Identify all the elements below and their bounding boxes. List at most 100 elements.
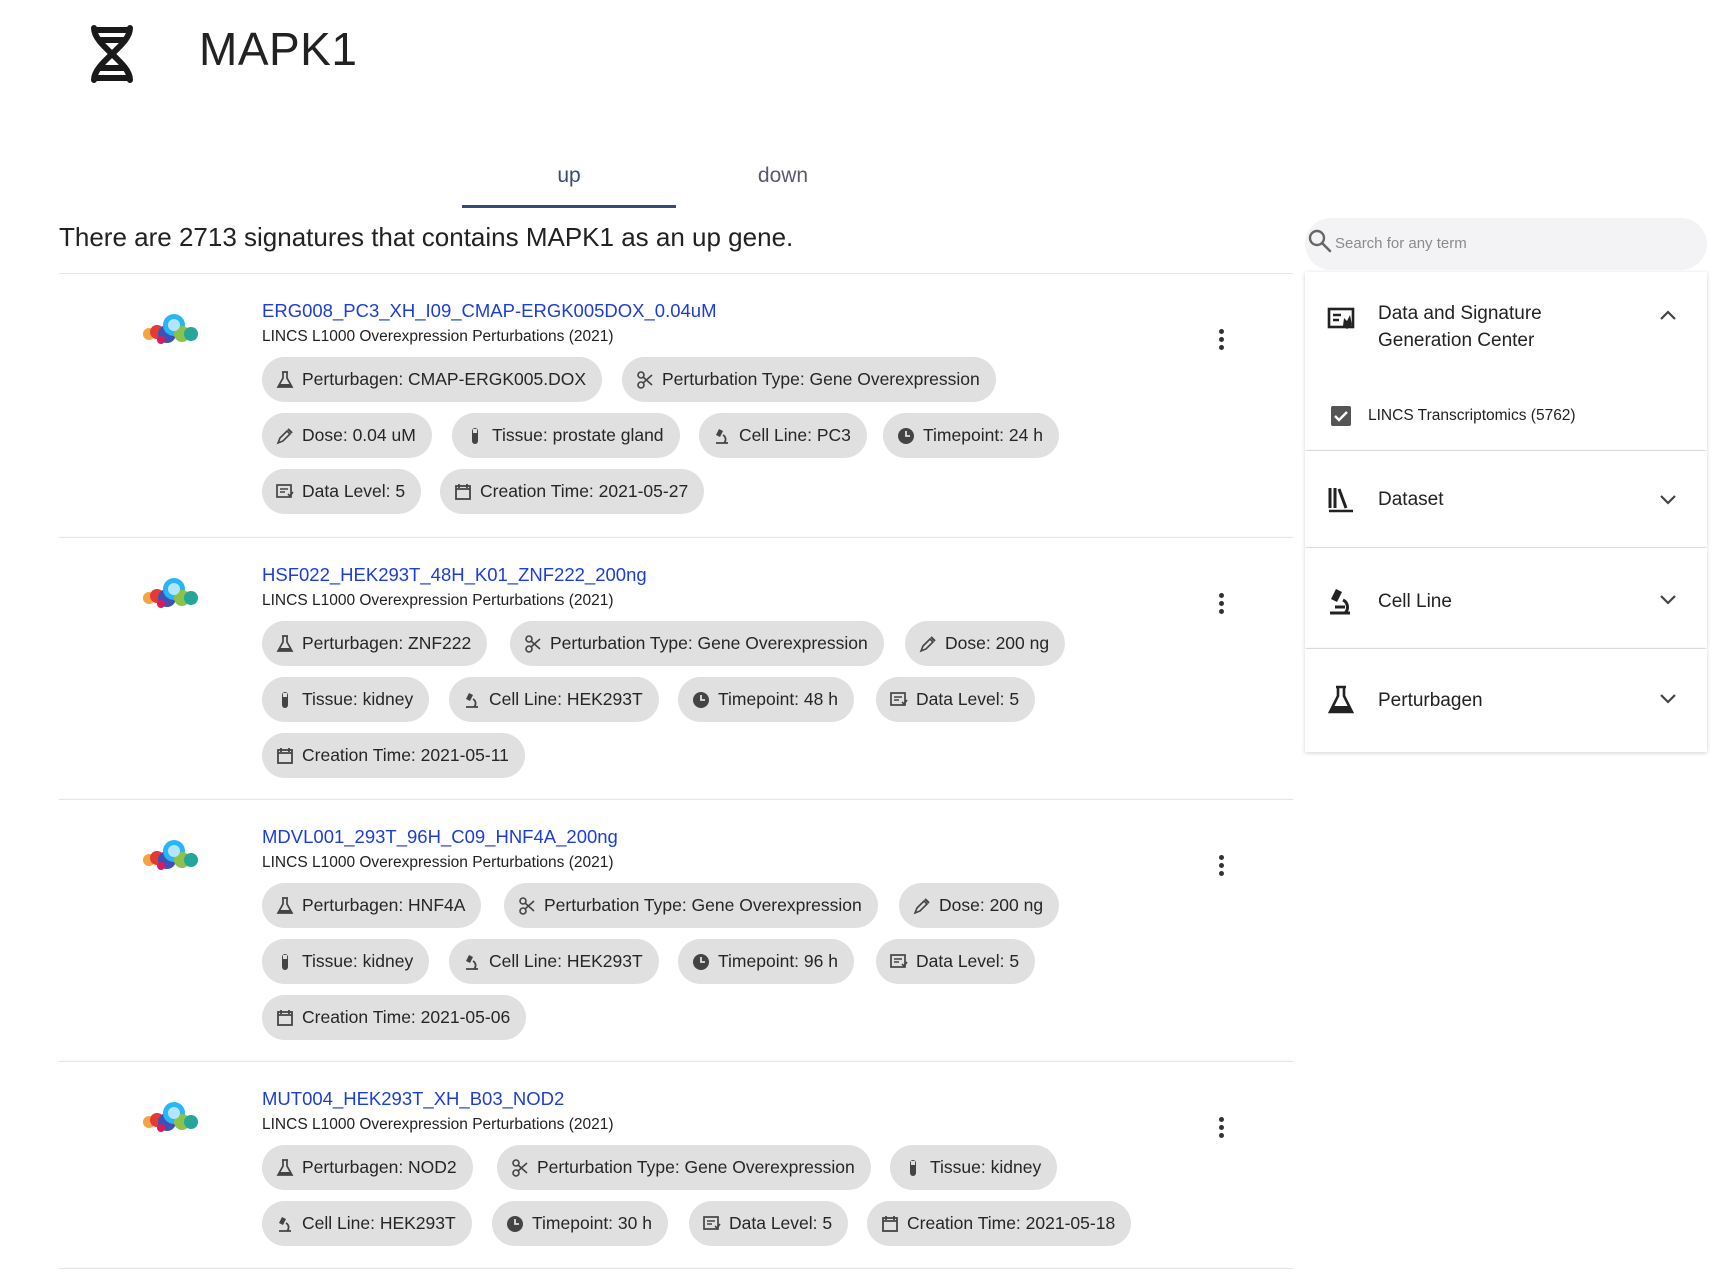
search-icon: [1308, 229, 1332, 253]
dose-chip[interactable]: Dose: 200 ng: [905, 621, 1066, 666]
data-level-icon: [890, 691, 908, 706]
calendar-icon: [277, 1009, 293, 1026]
more-options-button[interactable]: [1209, 1114, 1233, 1144]
data-level-icon: [703, 1215, 721, 1230]
microscope-icon: [1330, 589, 1350, 615]
test-tube-icon: [282, 953, 288, 970]
clock-icon: [898, 427, 914, 444]
signature-card: MUT004_HEK293T_XH_B03_NOD2 LINCS L1000 O…: [59, 1061, 1293, 1268]
search-bar: [1305, 218, 1707, 270]
signature-name-link[interactable]: HSF022_HEK293T_48H_K01_ZNF222_200ng: [262, 564, 647, 586]
filter-label: Data and Signature Generation Center: [1378, 303, 1542, 351]
data-level-icon: [890, 953, 908, 968]
pipette-icon: [913, 897, 930, 914]
flask-icon: [276, 896, 294, 914]
perturbation-type-chip[interactable]: Perturbation Type: Gene Overexpression: [504, 883, 878, 928]
creation-time-chip[interactable]: Creation Time: 2021-05-11: [262, 733, 525, 778]
timepoint-chip[interactable]: Timepoint: 24 h: [883, 413, 1059, 458]
dna-icon: [91, 25, 133, 83]
signature-name-link[interactable]: ERG008_PC3_XH_I09_CMAP-ERGK005DOX_0.04uM: [262, 300, 717, 322]
more-options-button[interactable]: [1209, 326, 1233, 356]
filter-panel-cell-line[interactable]: Cell Line: [1305, 548, 1707, 648]
search-input[interactable]: [1335, 226, 1695, 260]
creation-time-chip[interactable]: Creation Time: 2021-05-06: [262, 995, 527, 1040]
page-header: MAPK1: [0, 0, 1736, 110]
timepoint-chip[interactable]: Timepoint: 30 h: [492, 1201, 668, 1246]
filter-option[interactable]: LINCS Transcriptomics (5762): [1331, 406, 1576, 426]
tissue-chip[interactable]: Tissue: kidney: [262, 677, 430, 722]
lincs-logo-icon: [143, 314, 198, 344]
creation-time-chip[interactable]: Creation Time: 2021-05-18: [867, 1201, 1132, 1246]
microscope-icon: [466, 954, 478, 970]
test-tube-icon: [910, 1159, 916, 1176]
cell-line-chip[interactable]: Cell Line: HEK293T: [262, 1201, 472, 1246]
signature-card: HSF022_HEK293T_48H_K01_ZNF222_200ng LINC…: [59, 537, 1293, 799]
data-level-chip[interactable]: Data Level: 5: [689, 1201, 849, 1246]
perturbation-type-chip[interactable]: Perturbation Type: Gene Overexpression: [510, 621, 884, 666]
timepoint-chip[interactable]: Timepoint: 48 h: [678, 677, 854, 722]
clock-icon: [507, 1215, 523, 1232]
filter-label: Cell Line: [1378, 591, 1452, 612]
scissors-icon: [512, 1158, 528, 1177]
perturbation-type-chip[interactable]: Perturbation Type: Gene Overexpression: [622, 357, 996, 402]
perturbagen-chip[interactable]: Perturbagen: CMAP-ERGK005.DOX: [262, 357, 603, 402]
perturbation-type-chip[interactable]: Perturbation Type: Gene Overexpression: [497, 1145, 871, 1190]
creation-time-chip[interactable]: Creation Time: 2021-05-27: [440, 469, 705, 514]
library-icon: [1328, 488, 1353, 513]
chevron-down-icon[interactable]: [1658, 688, 1678, 708]
flask-icon: [276, 1158, 294, 1176]
signature-library: LINCS L1000 Overexpression Perturbations…: [262, 1116, 614, 1133]
data-level-chip[interactable]: Data Level: 5: [876, 677, 1036, 722]
check-icon: [1334, 411, 1348, 422]
signature-library: LINCS L1000 Overexpression Perturbations…: [262, 854, 614, 871]
cell-line-chip[interactable]: Cell Line: PC3: [699, 413, 867, 458]
lincs-logo-icon: [143, 840, 198, 870]
scissors-icon: [637, 370, 653, 389]
cell-line-chip[interactable]: Cell Line: HEK293T: [449, 677, 659, 722]
timepoint-chip[interactable]: Timepoint: 96 h: [678, 939, 854, 984]
lincs-logo-icon: [143, 578, 198, 608]
signature-card: [59, 1268, 1293, 1272]
filter-panel-dataset[interactable]: Dataset: [1305, 451, 1707, 547]
microscope-icon: [279, 1216, 291, 1232]
data-level-chip[interactable]: Data Level: 5: [262, 469, 422, 514]
page-title: MAPK1: [199, 23, 358, 75]
signature-name-link[interactable]: MDVL001_293T_96H_C09_HNF4A_200ng: [262, 826, 618, 848]
lincs-logo-icon: [143, 1102, 198, 1132]
perturbagen-chip[interactable]: Perturbagen: HNF4A: [262, 883, 482, 928]
tissue-chip[interactable]: Tissue: kidney: [262, 939, 430, 984]
signature-library: LINCS L1000 Overexpression Perturbations…: [262, 328, 614, 345]
scissors-icon: [525, 634, 541, 653]
signature-name-link[interactable]: MUT004_HEK293T_XH_B03_NOD2: [262, 1088, 564, 1110]
results-summary: There are 2713 signatures that contains …: [59, 222, 794, 252]
chevron-up-icon[interactable]: [1658, 306, 1678, 326]
more-options-button[interactable]: [1209, 590, 1233, 620]
signature-library: LINCS L1000 Overexpression Perturbations…: [262, 592, 614, 609]
filter-label: Perturbagen: [1378, 690, 1483, 711]
checkbox-checked[interactable]: [1331, 406, 1351, 426]
flask-icon: [1327, 685, 1355, 714]
calendar-icon: [277, 747, 293, 764]
tissue-chip[interactable]: Tissue: kidney: [890, 1145, 1058, 1190]
cell-line-chip[interactable]: Cell Line: HEK293T: [449, 939, 659, 984]
calendar-icon: [882, 1215, 898, 1232]
filter-panel-perturbagen[interactable]: Perturbagen: [1305, 649, 1707, 752]
chevron-down-icon[interactable]: [1658, 489, 1678, 509]
dose-chip[interactable]: Dose: 200 ng: [899, 883, 1060, 928]
clock-icon: [693, 691, 709, 708]
test-tube-icon: [472, 427, 478, 444]
test-tube-icon: [282, 691, 288, 708]
microscope-icon: [466, 692, 478, 708]
tab-down[interactable]: down: [676, 150, 890, 208]
chevron-down-icon[interactable]: [1658, 589, 1678, 609]
tissue-chip[interactable]: Tissue: prostate gland: [452, 413, 680, 458]
perturbagen-chip[interactable]: Perturbagen: ZNF222: [262, 621, 488, 666]
tab-up[interactable]: up: [462, 150, 676, 208]
dose-chip[interactable]: Dose: 0.04 uM: [262, 413, 432, 458]
more-options-button[interactable]: [1209, 852, 1233, 882]
data-level-chip[interactable]: Data Level: 5: [876, 939, 1036, 984]
flask-icon: [276, 634, 294, 652]
signature-card: MDVL001_293T_96H_C09_HNF4A_200ng LINCS L…: [59, 799, 1293, 1061]
filter-panel-dcc: Data and Signature Generation Center LIN…: [1305, 272, 1707, 450]
perturbagen-chip[interactable]: Perturbagen: NOD2: [262, 1145, 473, 1190]
